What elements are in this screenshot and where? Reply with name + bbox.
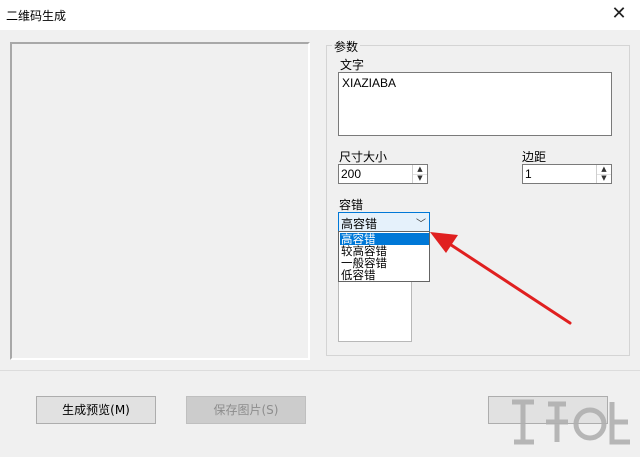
save-image-button[interactable]: 保存图片(S)	[186, 396, 306, 424]
text-input[interactable]: XIAZIABA	[338, 72, 612, 136]
margin-spinbox[interactable]: 1 ▲ ▼	[522, 164, 612, 184]
margin-label: 边距	[522, 150, 547, 164]
size-value: 200	[341, 167, 362, 181]
close-button[interactable]: ✕	[606, 4, 632, 26]
size-spin-buttons[interactable]: ▲ ▼	[412, 165, 427, 183]
spin-down-icon[interactable]: ▼	[597, 174, 611, 183]
qr-preview-area	[10, 42, 310, 360]
generate-preview-button[interactable]: 生成预览(M)	[36, 396, 156, 424]
margin-value: 1	[525, 167, 532, 181]
ecc-selected-value: 高容错	[341, 217, 378, 231]
arrow-head-icon	[430, 232, 458, 253]
annotation-arrow	[430, 232, 572, 325]
window-title: 二维码生成	[6, 9, 67, 23]
site-logo-watermark	[512, 399, 630, 445]
ecc-combobox[interactable]: 高容错 ﹀	[338, 212, 430, 232]
spin-down-icon[interactable]: ▼	[413, 174, 427, 183]
size-label: 尺寸大小	[339, 150, 388, 164]
ecc-option-low[interactable]: 低容错	[340, 269, 429, 281]
ecc-dropdown-list[interactable]: 高容错 较高容错 一般容错 低容错	[338, 231, 430, 282]
size-spinbox[interactable]: 200 ▲ ▼	[338, 164, 428, 184]
text-label: 文字	[340, 58, 365, 72]
ecc-label: 容错	[339, 198, 364, 212]
margin-spin-buttons[interactable]: ▲ ▼	[596, 165, 611, 183]
ecc-underlying-panel	[338, 282, 412, 342]
arrow-shaft	[440, 237, 572, 325]
title-bar	[0, 0, 640, 30]
params-group-label: 参数	[332, 38, 361, 55]
